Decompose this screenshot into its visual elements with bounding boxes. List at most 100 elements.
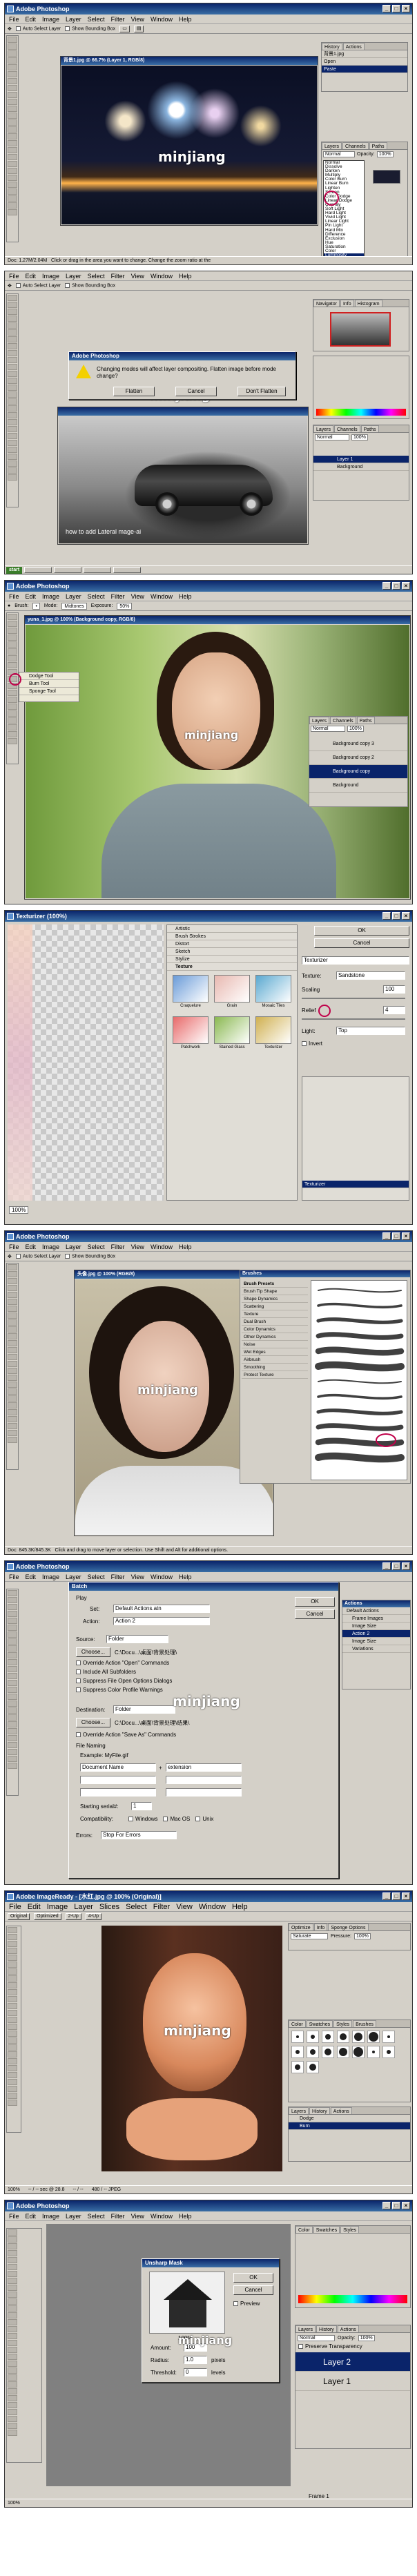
brush-tip-icon[interactable] xyxy=(307,2031,319,2043)
brush-tip-icon[interactable] xyxy=(382,2031,395,2043)
menu-filter[interactable]: Filter xyxy=(153,1902,170,1911)
menu-image[interactable]: Image xyxy=(42,1242,59,1251)
menu-filter[interactable]: Filter xyxy=(111,14,125,23)
name-field-3[interactable] xyxy=(80,1776,156,1784)
brush-preset-option[interactable]: Airbrush xyxy=(242,1356,308,1364)
tool-icon[interactable] xyxy=(8,1666,17,1672)
menu-view[interactable]: View xyxy=(131,14,144,23)
menu-window[interactable]: Window xyxy=(151,271,173,280)
opacity-field[interactable]: 100% xyxy=(358,2335,375,2341)
blend-mode-select[interactable]: Normal xyxy=(311,726,345,732)
tool-icon[interactable] xyxy=(8,2051,17,2057)
tool-icon[interactable] xyxy=(8,704,17,710)
tool-icon[interactable] xyxy=(8,154,17,160)
flyout-sponge-tool[interactable]: Sponge Tool xyxy=(19,688,79,695)
menu-window[interactable]: Window xyxy=(151,1572,173,1581)
brush-tip-icon[interactable] xyxy=(307,2046,319,2058)
menu-select[interactable]: Select xyxy=(126,1902,147,1911)
menu-image[interactable]: Image xyxy=(42,2211,59,2220)
tool-icon[interactable] xyxy=(8,350,17,356)
compatibility-checkbox[interactable]: Windows xyxy=(128,1816,157,1822)
tool-icon[interactable] xyxy=(8,2044,17,2051)
action-row[interactable]: Frame Images xyxy=(342,1615,410,1623)
menu-edit[interactable]: Edit xyxy=(26,2211,37,2220)
maximize-button[interactable]: □ xyxy=(392,2202,400,2209)
tool-icon[interactable] xyxy=(8,1673,17,1679)
bounding-box-checkbox[interactable]: Show Bounding Box xyxy=(65,26,115,31)
brush-tip-icon[interactable] xyxy=(382,2046,395,2058)
menu-help[interactable]: Help xyxy=(179,1572,192,1581)
menu-filter[interactable]: Filter xyxy=(111,592,125,601)
tool-icon[interactable] xyxy=(8,2250,17,2256)
tool-icon[interactable] xyxy=(8,1319,17,1326)
tool-icon[interactable] xyxy=(8,1347,17,1353)
menu-view[interactable]: View xyxy=(131,1242,144,1251)
menu-help[interactable]: Help xyxy=(179,271,192,280)
minimize-button[interactable]: _ xyxy=(382,5,391,12)
tool-icon[interactable] xyxy=(8,1982,17,1988)
set-select[interactable]: Default Actions.atn xyxy=(113,1605,210,1613)
brush-preset-option[interactable]: Color Dynamics xyxy=(242,1326,308,1333)
tool-icon[interactable] xyxy=(8,2100,17,2106)
tab-sponge-options[interactable]: Sponge Options xyxy=(328,1924,369,1930)
brush-preset-option[interactable]: Smoothing xyxy=(242,1364,308,1371)
opacity-field[interactable]: 100% xyxy=(347,726,364,732)
texture-thumbnail[interactable] xyxy=(173,1016,208,1044)
blend-mode-select[interactable]: Normal xyxy=(298,2335,335,2341)
menu-image[interactable]: Image xyxy=(42,14,59,23)
distribute-button[interactable]: ▤ xyxy=(133,25,144,32)
tool-icon[interactable] xyxy=(8,724,17,730)
brush-tip-icon[interactable] xyxy=(322,2046,334,2058)
tool-icon[interactable] xyxy=(8,454,17,460)
brush-preset-option[interactable]: Dual Brush xyxy=(242,1318,308,1326)
brush-stroke[interactable] xyxy=(317,1393,403,1400)
tool-icon[interactable] xyxy=(8,2285,17,2291)
menu-image[interactable]: Image xyxy=(47,1902,68,1911)
tool-icon[interactable] xyxy=(8,343,17,349)
menu-file[interactable]: File xyxy=(9,592,19,601)
bounding-box-checkbox[interactable]: Show Bounding Box xyxy=(65,282,115,288)
pressure-field[interactable]: 100% xyxy=(353,1933,371,1939)
relief-field[interactable]: 4 xyxy=(383,1006,405,1014)
tool-icon[interactable] xyxy=(8,1968,17,1975)
brush-stroke[interactable] xyxy=(316,1332,404,1340)
tool-icon[interactable] xyxy=(8,371,17,377)
brush-stroke[interactable] xyxy=(315,1346,405,1356)
start-button[interactable]: start xyxy=(6,566,23,574)
close-button[interactable]: × xyxy=(402,912,410,920)
source-option-checkbox[interactable]: Suppress File Open Options Dialogs xyxy=(76,1678,172,1687)
tool-icon[interactable] xyxy=(8,329,17,336)
effect-layer-row[interactable]: Texturizer xyxy=(302,1181,409,1188)
tab-paths[interactable]: Paths xyxy=(369,142,387,149)
menu-file[interactable]: File xyxy=(9,1242,19,1251)
tool-icon[interactable] xyxy=(8,1756,17,1762)
tool-icon[interactable] xyxy=(8,1631,17,1638)
menu-edit[interactable]: Edit xyxy=(26,271,37,280)
filter-category[interactable]: Distort xyxy=(167,940,297,948)
maximize-button[interactable]: □ xyxy=(392,582,400,590)
menu-select[interactable]: Select xyxy=(88,1242,105,1251)
choose-destination-button[interactable]: Choose... xyxy=(76,1718,110,1727)
tool-icon[interactable] xyxy=(8,738,17,744)
maximize-button[interactable]: □ xyxy=(392,5,400,12)
menu-edit[interactable]: Edit xyxy=(28,1902,41,1911)
maximize-button[interactable]: □ xyxy=(392,1232,400,1240)
tool-icon[interactable] xyxy=(8,57,17,64)
tab-channels[interactable]: Channels xyxy=(330,717,356,724)
blend-mode-dropdown[interactable]: Normal Dissolve Darken Multiply Color Burn Li… xyxy=(323,160,365,258)
brush-tip-icon[interactable] xyxy=(291,2046,304,2058)
menu-layer[interactable]: Layer xyxy=(66,2211,81,2220)
layer-row[interactable]: Background xyxy=(313,463,409,471)
tool-icon[interactable] xyxy=(8,1955,17,1961)
tool-icon[interactable] xyxy=(8,1941,17,1947)
menu-view[interactable]: View xyxy=(131,271,144,280)
tab-styles[interactable]: Styles xyxy=(340,2226,360,2233)
tool-icon[interactable] xyxy=(8,635,17,641)
close-button[interactable]: × xyxy=(402,1562,410,1570)
layer-row[interactable]: Background copy xyxy=(309,765,407,779)
tool-icon[interactable] xyxy=(8,1721,17,1727)
tool-icon[interactable] xyxy=(8,2312,17,2318)
name-field-6[interactable] xyxy=(166,1788,242,1797)
filter-select[interactable]: Texturizer xyxy=(302,956,409,965)
tool-icon[interactable] xyxy=(8,1368,17,1374)
